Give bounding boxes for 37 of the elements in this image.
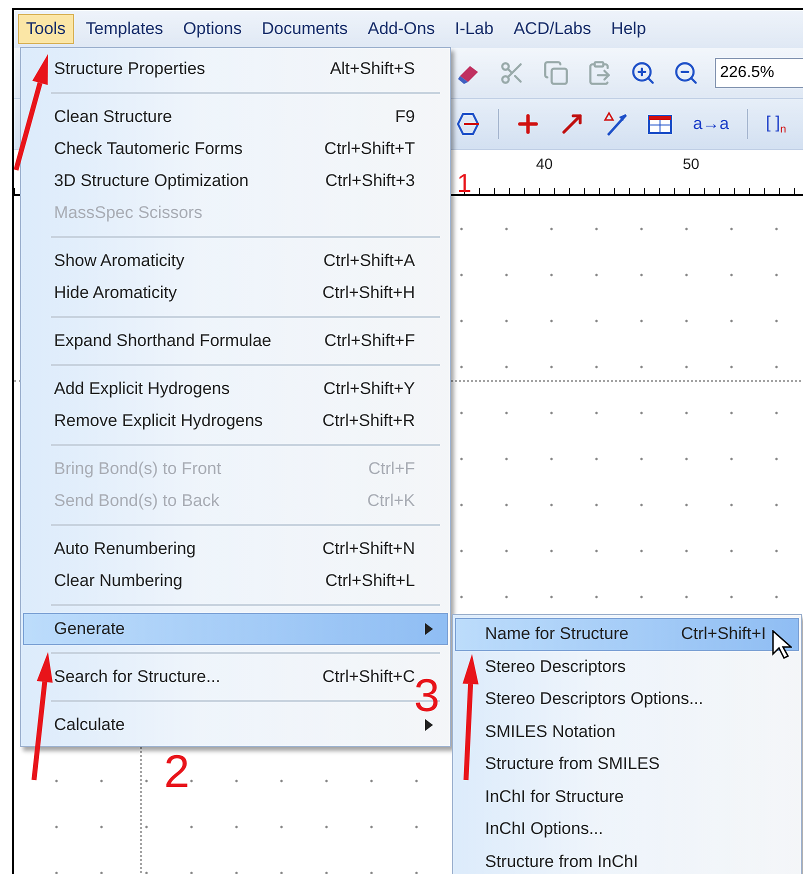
annotation-number: 3 bbox=[414, 672, 440, 718]
menu-item[interactable]: Remove Explicit Hydrogens Ctrl+Shift+R bbox=[23, 405, 448, 437]
annotation-number: 1 bbox=[457, 170, 472, 196]
menu-item[interactable]: Stereo Descriptors Options... bbox=[455, 683, 799, 716]
menu-title[interactable]: Documents bbox=[254, 14, 356, 44]
menu-item[interactable]: Clean Structure F9 bbox=[23, 101, 448, 133]
menu-title[interactable]: Templates bbox=[78, 14, 172, 44]
menu-item[interactable]: Stereo Descriptors bbox=[455, 650, 799, 683]
annotation-number: 2 bbox=[164, 748, 190, 794]
menu-title[interactable]: Options bbox=[175, 14, 250, 44]
menu-item[interactable]: Hide Aromaticity Ctrl+Shift+H bbox=[23, 277, 448, 309]
menu-title[interactable]: ACD/Labs bbox=[506, 14, 600, 44]
menu-item[interactable]: 3D Structure Optimization Ctrl+Shift+3 bbox=[23, 165, 448, 197]
menu-item[interactable]: Name for Structure Ctrl+Shift+I bbox=[455, 618, 799, 650]
menu-item[interactable]: InChI Options... bbox=[455, 813, 799, 846]
menu-item[interactable]: Structure Properties Alt+Shift+S bbox=[23, 53, 448, 85]
menu-title[interactable]: Add-Ons bbox=[360, 14, 443, 44]
menu-item[interactable]: InChI for Structure bbox=[455, 780, 799, 813]
menu-item[interactable]: Expand Shorthand Formulae Ctrl+Shift+F bbox=[23, 325, 448, 357]
menu-item[interactable]: Check Tautomeric Forms Ctrl+Shift+T bbox=[23, 133, 448, 165]
mouse-pointer-icon bbox=[772, 630, 792, 660]
ruler-label: 50 bbox=[682, 156, 700, 173]
menu-item[interactable]: Clear Numbering Ctrl+Shift+L bbox=[23, 565, 448, 597]
menu-item[interactable]: Structure from SMILES bbox=[455, 748, 799, 780]
bracket-button[interactable]: [ ]$_{n}$ bbox=[762, 110, 790, 138]
menu-title[interactable]: Help bbox=[603, 14, 654, 44]
menu-item[interactable]: Add Explicit Hydrogens Ctrl+Shift+Y bbox=[23, 373, 448, 405]
menu-title[interactable]: I-Lab bbox=[446, 14, 502, 44]
menu-item[interactable]: Generate bbox=[23, 613, 448, 645]
menu-title[interactable]: Tools bbox=[18, 14, 74, 44]
menu-item[interactable]: Structure from InChI bbox=[455, 846, 799, 874]
menu-item[interactable]: Auto Renumbering Ctrl+Shift+N bbox=[23, 533, 448, 565]
menu-item[interactable]: SMILES Notation bbox=[455, 716, 799, 748]
zoom-field[interactable]: 226.5% bbox=[715, 58, 803, 88]
atom-map-button[interactable]: a→a bbox=[689, 112, 733, 136]
ruler-label: 40 bbox=[536, 156, 553, 173]
menu-item[interactable]: Show Aromaticity Ctrl+Shift+A bbox=[23, 245, 448, 277]
